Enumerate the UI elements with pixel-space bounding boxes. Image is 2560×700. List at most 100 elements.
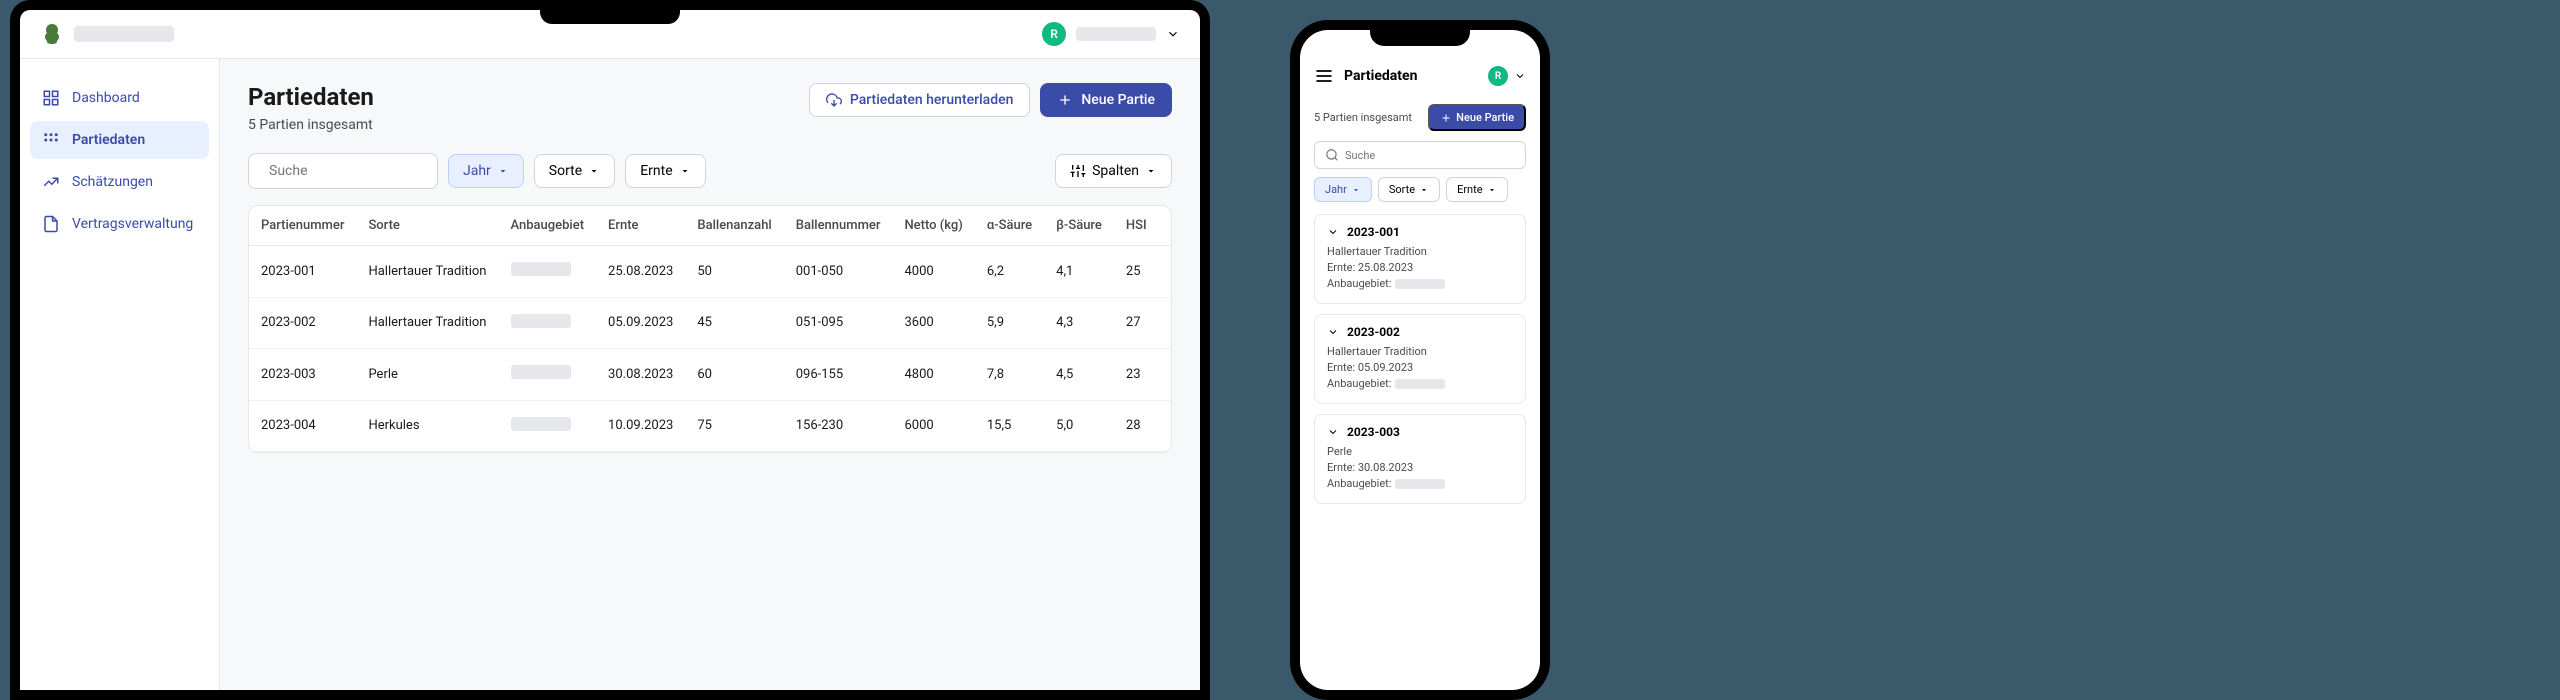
th-sorte[interactable]: Sorte	[356, 206, 498, 246]
chevron-down-icon	[1514, 70, 1526, 82]
search-box[interactable]	[248, 153, 438, 189]
chevron-down-icon	[497, 165, 509, 177]
cell-netto: 4800	[892, 349, 974, 401]
cell-pflanzen: EU-MRL	[1159, 246, 1172, 298]
user-menu[interactable]: R	[1042, 22, 1180, 46]
filter-label: Ernte	[640, 163, 672, 179]
mobile-card[interactable]: 2023-002 Hallertauer Tradition Ernte: 05…	[1314, 314, 1526, 404]
new-partie-button[interactable]: Neue Partie	[1040, 83, 1172, 117]
table-row[interactable]: 2023-003 Perle 30.08.2023 60 096-155 480…	[249, 349, 1172, 401]
mobile-card-anbau: Anbaugebiet:	[1327, 277, 1513, 290]
chevron-down-icon	[1166, 27, 1180, 41]
filter-harvest[interactable]: Ernte	[625, 154, 705, 188]
cell-hsi: 23	[1114, 349, 1159, 401]
sidebar-item-partiedaten[interactable]: Partiedaten	[30, 121, 209, 159]
cell-anbaugebiet	[499, 349, 597, 401]
download-button[interactable]: Partiedaten herunterladen	[809, 83, 1031, 117]
th-anbaugebiet[interactable]: Anbaugebiet	[499, 206, 597, 246]
new-label: Neue Partie	[1081, 92, 1155, 108]
mobile-card-anbau: Anbaugebiet:	[1327, 477, 1513, 490]
cell-beta: 4,3	[1044, 297, 1114, 349]
cell-pflanzen: EU-MRL	[1159, 349, 1172, 401]
mobile-filter-year[interactable]: Jahr	[1314, 177, 1372, 202]
menu-icon[interactable]	[1314, 66, 1334, 86]
cell-ballenanzahl: 75	[685, 400, 783, 452]
cell-ballenanzahl: 45	[685, 297, 783, 349]
cell-ballennummer: 051-095	[784, 297, 893, 349]
th-ballennummer[interactable]: Ballennummer	[784, 206, 893, 246]
filter-variety[interactable]: Sorte	[534, 154, 615, 188]
columns-button[interactable]: Spalten	[1055, 154, 1172, 188]
cell-ernte: 30.08.2023	[596, 349, 685, 401]
th-ballenanzahl[interactable]: Ballenanzahl	[685, 206, 783, 246]
sidebar-item-label: Partiedaten	[72, 132, 145, 148]
filter-label: Ernte	[1457, 183, 1483, 196]
th-partienummer[interactable]: Partienummer	[249, 206, 356, 246]
table-row[interactable]: 2023-004 Herkules 10.09.2023 75 156-230 …	[249, 400, 1172, 452]
th-beta[interactable]: β-Säure	[1044, 206, 1114, 246]
page-title: Partiedaten	[248, 83, 374, 111]
th-pflanzen[interactable]: Pflanzensch	[1159, 206, 1172, 246]
cell-partienummer: 2023-001	[249, 246, 356, 298]
cell-hsi: 25	[1114, 246, 1159, 298]
th-ernte[interactable]: Ernte	[596, 206, 685, 246]
th-hsi[interactable]: HSI	[1114, 206, 1159, 246]
chevron-down-icon[interactable]	[1327, 326, 1339, 338]
cell-alpha: 15,5	[975, 400, 1044, 452]
chevron-down-icon[interactable]	[1327, 426, 1339, 438]
chevron-down-icon	[679, 165, 691, 177]
user-name-placeholder	[1076, 27, 1156, 41]
chevron-down-icon	[1145, 165, 1157, 177]
cell-netto: 6000	[892, 400, 974, 452]
filter-year[interactable]: Jahr	[448, 154, 524, 188]
main-content: Partiedaten 5 Partien insgesamt Partieda…	[220, 59, 1200, 690]
sidebar-item-label: Schätzungen	[72, 174, 153, 190]
sliders-icon	[1070, 163, 1086, 179]
mobile-card[interactable]: 2023-001 Hallertauer Tradition Ernte: 25…	[1314, 214, 1526, 304]
cell-hsi: 27	[1114, 297, 1159, 349]
cell-beta: 5,0	[1044, 400, 1114, 452]
filter-label: Sorte	[1389, 183, 1415, 196]
mobile-card-sorte: Hallertauer Tradition	[1327, 345, 1513, 358]
cell-anbaugebiet	[499, 400, 597, 452]
mobile-card-sorte: Hallertauer Tradition	[1327, 245, 1513, 258]
mobile-card[interactable]: 2023-003 Perle Ernte: 30.08.2023 Anbauge…	[1314, 414, 1526, 504]
th-alpha[interactable]: α-Säure	[975, 206, 1044, 246]
check-icon	[1171, 314, 1172, 328]
cell-ballennummer: 001-050	[784, 246, 893, 298]
sidebar: Dashboard Partiedaten Schätzungen Vertra…	[20, 59, 220, 690]
mobile-new-button[interactable]: Neue Partie	[1428, 104, 1526, 131]
cell-hsi: 28	[1114, 400, 1159, 452]
mobile-filter-variety[interactable]: Sorte	[1378, 177, 1440, 202]
mobile-search-input[interactable]	[1345, 149, 1515, 162]
mobile-search-box[interactable]	[1314, 141, 1526, 169]
page-subtitle: 5 Partien insgesamt	[248, 117, 374, 133]
grid-icon	[42, 89, 60, 107]
download-label: Partiedaten herunterladen	[850, 92, 1014, 108]
cell-partienummer: 2023-003	[249, 349, 356, 401]
th-netto[interactable]: Netto (kg)	[892, 206, 974, 246]
cell-partienummer: 2023-004	[249, 400, 356, 452]
sidebar-item-contracts[interactable]: Vertragsverwaltung	[30, 205, 209, 243]
mobile-filter-harvest[interactable]: Ernte	[1446, 177, 1508, 202]
mobile-subtitle: 5 Partien insgesamt	[1314, 111, 1412, 124]
mobile-card-anbau: Anbaugebiet:	[1327, 377, 1513, 390]
table-row[interactable]: 2023-002 Hallertauer Tradition 05.09.202…	[249, 297, 1172, 349]
mobile-user-menu[interactable]: R	[1488, 66, 1526, 86]
mobile-card-sorte: Perle	[1327, 445, 1513, 458]
chevron-down-icon[interactable]	[1327, 226, 1339, 238]
cell-partienummer: 2023-002	[249, 297, 356, 349]
mobile-header: Partiedaten R	[1300, 58, 1540, 94]
cell-anbaugebiet	[499, 297, 597, 349]
search-input[interactable]	[269, 163, 447, 179]
sidebar-item-label: Dashboard	[72, 90, 140, 106]
cell-ernte: 05.09.2023	[596, 297, 685, 349]
sidebar-item-estimates[interactable]: Schätzungen	[30, 163, 209, 201]
filter-label: Jahr	[463, 163, 491, 179]
table-row[interactable]: 2023-001 Hallertauer Tradition 25.08.202…	[249, 246, 1172, 298]
cell-ballennummer: 156-230	[784, 400, 893, 452]
sidebar-item-dashboard[interactable]: Dashboard	[30, 79, 209, 117]
mobile-page-title: Partiedaten	[1344, 68, 1417, 84]
cell-sorte: Hallertauer Tradition	[356, 246, 498, 298]
cell-pflanzen: EU-MRL	[1159, 297, 1172, 349]
